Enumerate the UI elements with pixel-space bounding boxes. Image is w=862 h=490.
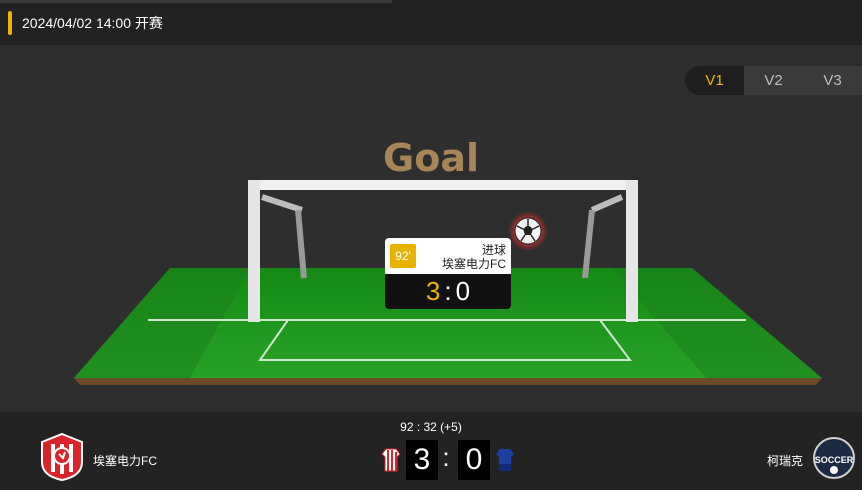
home-team-logo-icon <box>41 432 83 482</box>
away-team-name: 柯瑞克 <box>767 454 804 468</box>
tab-v3[interactable]: V3 <box>803 66 862 95</box>
home-score: 3 <box>406 440 438 480</box>
away-kit-icon <box>496 449 514 471</box>
event-minute-badge: 92' <box>390 244 416 268</box>
goal-back-post-right <box>590 194 624 213</box>
event-info: 进球 埃塞电力FC <box>442 243 506 271</box>
goal-back-post-left-down <box>295 209 307 279</box>
home-kit-icon <box>381 448 401 472</box>
event-title: Goal <box>383 136 479 180</box>
goal-back-post-right-down <box>582 209 595 279</box>
goal-event-card: 92' 进球 埃塞电力FC 3:0 <box>385 238 511 309</box>
event-team: 埃塞电力FC <box>442 257 506 271</box>
tab-v1[interactable]: V1 <box>685 66 744 95</box>
home-team-name: 埃塞电力FC <box>93 454 157 468</box>
pitch-scene <box>74 180 822 385</box>
goal-post-right <box>626 180 638 322</box>
event-card-header: 92' 进球 埃塞电力FC <box>385 238 511 274</box>
event-score-separator: : <box>444 276 452 306</box>
goal-crossbar <box>248 180 638 190</box>
event-away-score: 0 <box>455 276 471 306</box>
event-home-score: 3 <box>425 276 441 306</box>
score-separator: : <box>442 442 450 472</box>
event-type: 进球 <box>481 243 506 257</box>
goal-post-left <box>248 180 260 322</box>
goal-back-post-left <box>261 194 303 213</box>
away-team-logo-icon: SOCCER <box>813 437 855 479</box>
away-score: 0 <box>458 440 490 480</box>
away-logo-text: SOCCER <box>815 455 854 465</box>
match-clock: 92 : 32 (+5) <box>400 420 462 434</box>
pitch-soil <box>74 378 822 385</box>
event-card-score: 3:0 <box>385 274 511 309</box>
tab-v2[interactable]: V2 <box>744 66 803 95</box>
version-tabs: V1 V2 V3 <box>685 66 862 95</box>
